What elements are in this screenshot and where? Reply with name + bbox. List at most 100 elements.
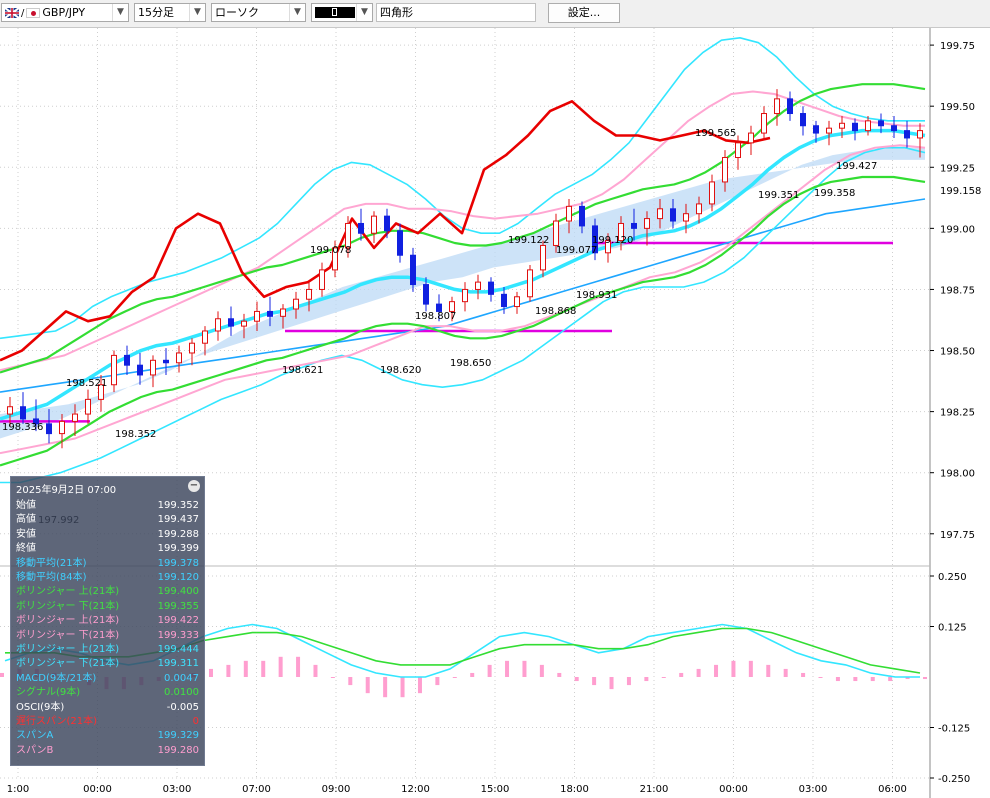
data-window-label: 始値 <box>16 500 36 511</box>
oscillator-axis: 0.250 0.125 -0.125 -0.250 <box>930 572 970 785</box>
candle-body <box>176 352 182 364</box>
oscillator-bar <box>574 677 579 682</box>
data-window-value: 0.0100 <box>164 687 199 699</box>
price-annotation: 198.650 <box>450 358 491 369</box>
data-window-label: ボリンジャー 上(21本) <box>16 615 120 627</box>
data-window-value: 0 <box>192 716 199 727</box>
candle-body <box>319 269 325 290</box>
data-window-value: 199.120 <box>157 572 199 583</box>
candle-body <box>865 120 871 132</box>
candle-body <box>20 406 26 420</box>
settings-button[interactable]: 設定... <box>548 3 620 23</box>
data-window-value: 199.288 <box>157 528 199 540</box>
oscillator-bar <box>365 677 370 694</box>
chevron-down-icon: ▼ <box>356 4 372 21</box>
oscillator-bar <box>609 677 614 690</box>
time-tick-label: 12:00 <box>401 784 430 795</box>
price-annotation: 199.122 <box>508 235 549 246</box>
price-tick-label: 198.75 <box>940 285 975 296</box>
chart-style-select[interactable]: ローソク ▼ <box>211 3 306 22</box>
minimize-icon[interactable]: − <box>188 480 200 492</box>
draw-tool-field[interactable]: 四角形 <box>376 3 536 22</box>
settings-button-label: 設定... <box>567 6 601 19</box>
data-window-row: ボリンジャー 上(21本) 199.444 <box>16 643 203 657</box>
time-axis: 1:00 00:00 03:00 07:00 09:00 12:00 15:00 18:00 2… <box>7 784 907 795</box>
candle-body <box>228 318 234 327</box>
time-tick-label: 06:00 <box>878 784 907 795</box>
candle-body <box>293 298 299 310</box>
oscillator-bar <box>539 664 544 677</box>
oscillator-bar <box>470 672 475 677</box>
candle-body <box>280 308 286 317</box>
oscillator-bar <box>383 677 388 698</box>
data-window-label: 高値 <box>16 514 36 526</box>
oscillator-tick-label: 0.250 <box>938 572 967 583</box>
timeframe-label: 15分足 <box>138 6 174 19</box>
color-select[interactable]: ▼ <box>311 3 373 22</box>
price-annotation: 199.351 <box>758 190 799 201</box>
data-window-value: 199.422 <box>157 615 199 627</box>
candle-body <box>683 213 689 222</box>
oscillator-tick-label: -0.250 <box>938 774 970 785</box>
oscillator-bar <box>278 656 283 677</box>
data-window-row: ボリンジャー 下(21本) 199.333 <box>16 629 203 643</box>
price-tick-label: 197.75 <box>940 530 975 541</box>
data-window-label: 終値 <box>16 543 36 555</box>
candle-body <box>800 113 806 127</box>
time-tick-label: 00:00 <box>83 784 112 795</box>
oscillator-bar <box>766 664 771 677</box>
chevron-down-icon: ▼ <box>112 4 128 21</box>
candle-body <box>475 281 481 290</box>
candle-body <box>787 98 793 115</box>
price-annotation: 198.807 <box>415 311 456 322</box>
symbol-label: GBP/JPY <box>42 6 86 19</box>
candle-body <box>85 398 91 415</box>
oscillator-bar <box>661 677 666 678</box>
data-window: 2025年9月2日 07:00 − 始値 199.352 高値 199.437 安値 19… <box>10 476 205 766</box>
oscillator-bar <box>801 672 806 677</box>
oscillator-bar <box>226 664 231 677</box>
chevron-down-icon: ▼ <box>289 4 305 21</box>
chevron-down-icon: ▼ <box>189 4 205 21</box>
candle-body <box>774 98 780 115</box>
oscillator-bar <box>818 677 823 678</box>
oscillator-bar <box>313 664 318 677</box>
data-window-row: OSCI(9本) -0.005 <box>16 701 203 715</box>
candle-body <box>514 296 520 308</box>
timeframe-select[interactable]: 15分足 ▼ <box>134 3 206 22</box>
data-window-label: 遅行スパン(21本) <box>16 716 98 727</box>
time-tick-label: 1:00 <box>7 784 29 795</box>
oscillator-bar <box>522 660 527 677</box>
candle-body <box>748 132 754 144</box>
oscillator-bar <box>923 677 927 680</box>
symbol-select[interactable]: / GBP/JPY ▼ <box>1 3 129 22</box>
data-window-value: 199.311 <box>157 658 199 670</box>
candle-body <box>488 281 494 295</box>
oscillator-bar <box>417 677 422 694</box>
toolbar: / GBP/JPY ▼ 15分足 ▼ ローソク ▼ ▼ 四角形 設定... <box>0 0 990 28</box>
candle-body <box>410 254 416 286</box>
oscillator-bar <box>714 664 719 677</box>
candle-body <box>384 215 390 232</box>
candle-body <box>644 218 650 229</box>
candle-body <box>657 208 663 220</box>
candle-body <box>254 310 260 322</box>
oscillator-bar <box>348 677 353 686</box>
oscillator-bar <box>644 677 649 682</box>
data-window-row: ボリンジャー 上(21本) 199.422 <box>16 614 203 628</box>
data-window-value: 199.444 <box>157 644 199 655</box>
data-window-row: ボリンジャー 下(21本) 199.311 <box>16 657 203 671</box>
candle-body <box>241 320 247 327</box>
data-window-value: -0.005 <box>166 701 199 713</box>
time-tick-label: 00:00 <box>719 784 748 795</box>
price-annotation: 198.352 <box>115 429 156 440</box>
oscillator-bar <box>696 668 701 677</box>
oscillator-bar <box>888 677 893 682</box>
data-window-label: ボリンジャー 上(21本) <box>16 586 120 598</box>
candle-body <box>150 359 156 376</box>
candle-body <box>397 230 403 256</box>
data-window-label: 安値 <box>16 528 36 540</box>
price-annotation: 199.358 <box>814 188 855 199</box>
time-tick-label: 09:00 <box>322 784 351 795</box>
candle-body <box>267 310 273 317</box>
